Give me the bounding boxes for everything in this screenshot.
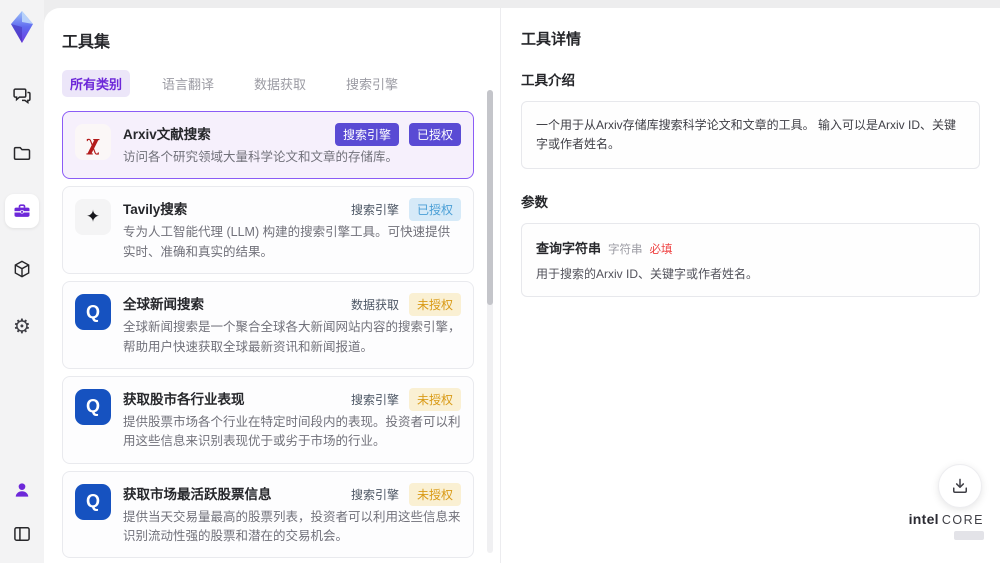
tools-list-panel: 工具集 所有类别 语言翻译 数据获取 搜索引擎 χ 搜索引擎 已授权 Arxiv… [44, 8, 500, 563]
folder-icon [12, 143, 32, 163]
sidebar-item-toolbox[interactable] [5, 194, 39, 228]
tool-card-arxiv[interactable]: χ 搜索引擎 已授权 Arxiv文献搜索 访问各个研究领域大量科学论文和文章的存… [62, 111, 474, 180]
active-stock-icon: Q [75, 483, 111, 520]
tool-card-list: χ 搜索引擎 已授权 Arxiv文献搜索 访问各个研究领域大量科学论文和文章的存… [62, 111, 474, 563]
arxiv-icon: χ [75, 124, 111, 160]
category-badge: 搜索引擎 [350, 203, 399, 218]
stock-sector-icon: Q [75, 388, 111, 425]
tab-data-acquisition[interactable]: 数据获取 [246, 70, 314, 97]
tool-detail-panel: 工具详情 工具介绍 一个用于从Arxiv存储库搜索科学论文和文章的工具。 输入可… [500, 8, 1000, 563]
intel-brand-text: intel [908, 510, 939, 527]
list-scrollbar-thumb[interactable] [487, 90, 493, 305]
param-name: 查询字符串 [536, 241, 602, 257]
tool-card-global-news[interactable]: Q 数据获取 未授权 全球新闻搜索 全球新闻搜索是一个聚合全球各大新闻网站内容的… [62, 281, 474, 369]
download-button[interactable] [938, 464, 982, 508]
tab-language-translation[interactable]: 语言翻译 [154, 70, 222, 97]
intel-core-sub-badge [954, 531, 984, 541]
main-surface: 工具集 所有类别 语言翻译 数据获取 搜索引擎 χ 搜索引擎 已授权 Arxiv… [44, 8, 1000, 563]
user-avatar-icon [12, 480, 32, 500]
download-icon [950, 476, 970, 496]
auth-status-badge: 已授权 [408, 198, 461, 222]
param-description: 用于搜索的Arxiv ID、关键字或作者姓名。 [536, 267, 759, 282]
auth-status-badge: 未授权 [408, 293, 461, 317]
tab-search-engine[interactable]: 搜索引擎 [338, 70, 406, 97]
tab-all-categories[interactable]: 所有类别 [62, 70, 131, 97]
params-heading: 参数 [521, 195, 548, 211]
sidebar-item-chat[interactable] [5, 78, 39, 112]
category-badge: 搜索引擎 [350, 392, 399, 407]
intro-text: 一个用于从Arxiv存储库搜索科学论文和文章的工具。 输入可以是Arxiv ID… [536, 118, 957, 152]
list-scrollbar[interactable] [487, 90, 493, 553]
tavily-icon: ✦ [75, 199, 111, 236]
detail-title: 工具详情 [521, 31, 582, 48]
news-search-icon: Q [75, 294, 111, 331]
sidebar-item-settings[interactable]: ⚙ [5, 310, 39, 344]
auth-status-badge: 未授权 [408, 387, 461, 411]
page-title: 工具集 [62, 34, 111, 51]
params-box: 查询字符串 字符串 必填 用于搜索的Arxiv ID、关键字或作者姓名。 [521, 223, 980, 298]
intel-core-logo: intel CORE [908, 510, 984, 545]
collapse-sidebar-button[interactable] [5, 517, 39, 551]
gear-icon: ⚙ [13, 316, 31, 338]
tool-card-active-stocks[interactable]: Q 搜索引擎 未授权 获取市场最活跃股票信息 提供当天交易量最高的股票列表，投资… [62, 470, 474, 559]
tool-description: 专为人工智能代理 (LLM) 构建的搜索引擎工具。可快速提供实时、准确和真实的结… [123, 225, 451, 259]
app-logo-icon [8, 10, 36, 44]
tool-card-stock-sector[interactable]: Q 搜索引擎 未授权 获取股市各行业表现 提供股票市场各个行业在特定时间段内的表… [62, 375, 474, 464]
sidebar-item-plugins[interactable] [5, 252, 39, 286]
sidebar-item-files[interactable] [5, 136, 39, 170]
category-tabs: 所有类别 语言翻译 数据获取 搜索引擎 [62, 70, 474, 97]
param-required-flag: 必填 [649, 244, 673, 257]
tool-description: 全球新闻搜索是一个聚合全球各大新闻网站内容的搜索引擎，帮助用户快速获取全球最新资… [123, 320, 461, 354]
chat-icon [12, 85, 32, 105]
toolbox-icon [12, 201, 32, 221]
tool-description: 提供当天交易量最高的股票列表，投资者可以利用这些信息来识别流动性强的股票和潜在的… [123, 509, 461, 543]
tool-card-tavily[interactable]: ✦ 搜索引擎 已授权 Tavily搜索 专为人工智能代理 (LLM) 构建的搜索… [62, 186, 474, 275]
tool-description: 提供股票市场各个行业在特定时间段内的表现。投资者可以利用这些信息来识别表现优于或… [123, 414, 461, 449]
param-row: 查询字符串 字符串 必填 [536, 238, 965, 257]
param-type: 字符串 [608, 244, 643, 257]
tool-description: 访问各个研究领域大量科学论文和文章的存储库。 [123, 150, 399, 164]
auth-status-badge: 未授权 [408, 482, 461, 506]
core-brand-text: CORE [941, 512, 984, 527]
intro-heading: 工具介绍 [521, 73, 575, 88]
category-badge: 搜索引擎 [334, 123, 399, 146]
category-badge: 数据获取 [350, 298, 399, 313]
cube-icon [12, 259, 32, 279]
user-avatar-button[interactable] [5, 473, 39, 507]
category-badge: 搜索引擎 [350, 487, 399, 502]
left-sidebar: ⚙ [0, 0, 44, 563]
auth-status-badge: 已授权 [408, 123, 461, 146]
intro-box: 一个用于从Arxiv存储库搜索科学论文和文章的工具。 输入可以是Arxiv ID… [521, 101, 980, 170]
panel-collapse-icon [12, 524, 32, 544]
